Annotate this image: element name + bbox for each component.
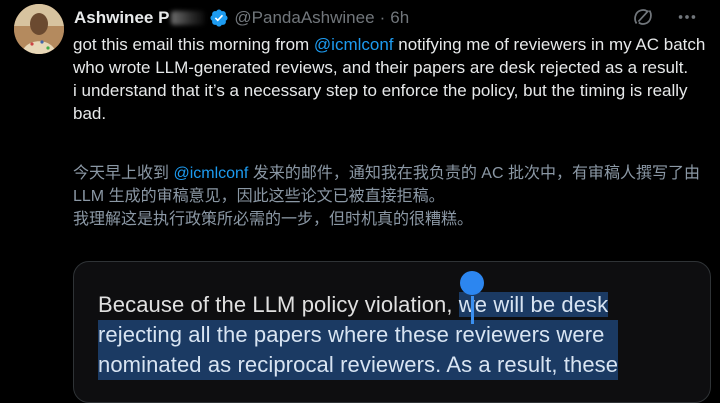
grok-icon[interactable] xyxy=(632,6,654,28)
translation-mention-link[interactable]: @icmlconf xyxy=(173,165,248,182)
redacted-name-blur xyxy=(171,11,206,25)
tweet-text-segment: got this email this morning from xyxy=(73,35,314,54)
more-options-icon[interactable] xyxy=(676,6,698,28)
avatar-photo xyxy=(14,4,64,54)
email-screenshot-text: Because of the LLM policy violation, we … xyxy=(98,290,619,380)
translated-text: 今天早上收到 @icmlconf 发来的邮件，通知我在我负责的 AC 批次中，有… xyxy=(73,162,713,231)
mention-link[interactable]: @icmlconf xyxy=(314,35,394,54)
verified-badge-icon[interactable] xyxy=(209,8,229,28)
email-line-1: Because of the LLM policy violation, we … xyxy=(98,290,618,320)
author-handle[interactable]: @PandaAshwinee xyxy=(234,8,374,28)
tweet-body: got this email this morning from @icmlco… xyxy=(73,33,708,125)
post-time[interactable]: 6h xyxy=(390,8,409,28)
email-line-2: rejecting all the papers where these rev… xyxy=(98,320,619,350)
selection-handle xyxy=(460,271,484,295)
email-text-plain: Because of the LLM policy violation, xyxy=(98,292,459,317)
translation-paragraph-1: 今天早上收到 @icmlconf 发来的邮件，通知我在我负责的 AC 批次中，有… xyxy=(73,162,713,208)
tweet-paragraph-2: i understand that it’s a necessary step … xyxy=(73,81,688,123)
display-name[interactable]: Ashwinee P xyxy=(74,8,169,28)
attached-image[interactable]: Because of the LLM policy violation, we … xyxy=(73,261,711,403)
tweet-actions-top xyxy=(632,6,698,28)
email-line-3: nominated as reciprocal reviewers. As a … xyxy=(98,350,619,380)
email-text-selected: we will be desk xyxy=(458,292,609,317)
translation-segment: 今天早上收到 xyxy=(73,165,174,182)
avatar[interactable] xyxy=(14,4,64,54)
selection-cursor xyxy=(471,296,474,324)
separator-dot: · xyxy=(379,8,386,27)
tweet-paragraph-1: got this email this morning from @icmlco… xyxy=(73,33,708,79)
translation-paragraph-2: 我理解这是执行政策所必需的一步，但时机真的很糟糕。 xyxy=(73,211,474,228)
tweet-header: Ashwinee P @PandaAshwinee · 6h xyxy=(74,5,409,31)
